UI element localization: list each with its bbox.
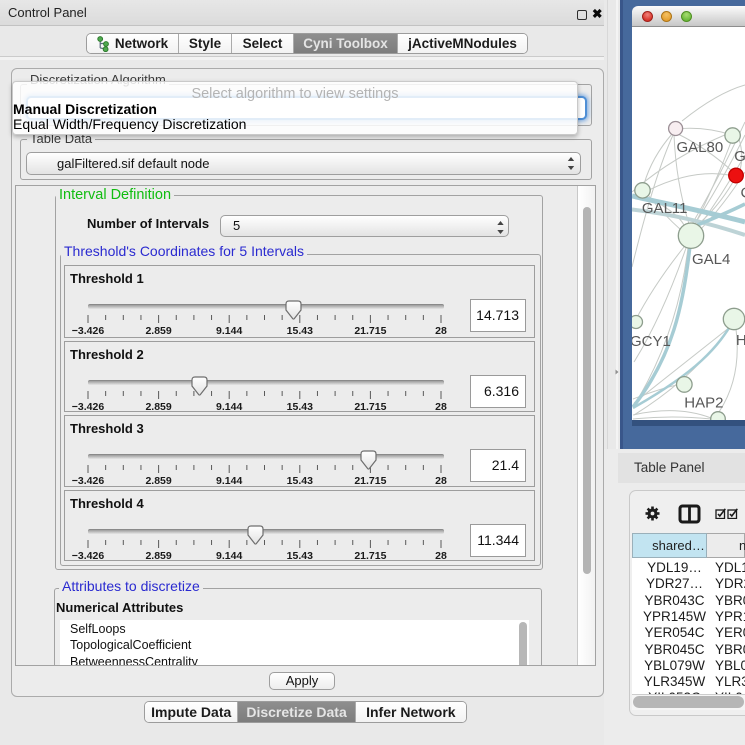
svg-text:GAL7: GAL7 — [734, 148, 745, 165]
svg-text:GAL4: GAL4 — [692, 251, 730, 268]
svg-text:GCY1: GCY1 — [632, 333, 671, 350]
svg-text:GAL11: GAL11 — [642, 200, 688, 217]
svg-text:HAP2: HAP2 — [684, 394, 723, 411]
svg-text:GAL80: GAL80 — [677, 139, 724, 156]
svg-text:CY: CY — [741, 185, 745, 202]
svg-text:H: H — [736, 332, 745, 349]
